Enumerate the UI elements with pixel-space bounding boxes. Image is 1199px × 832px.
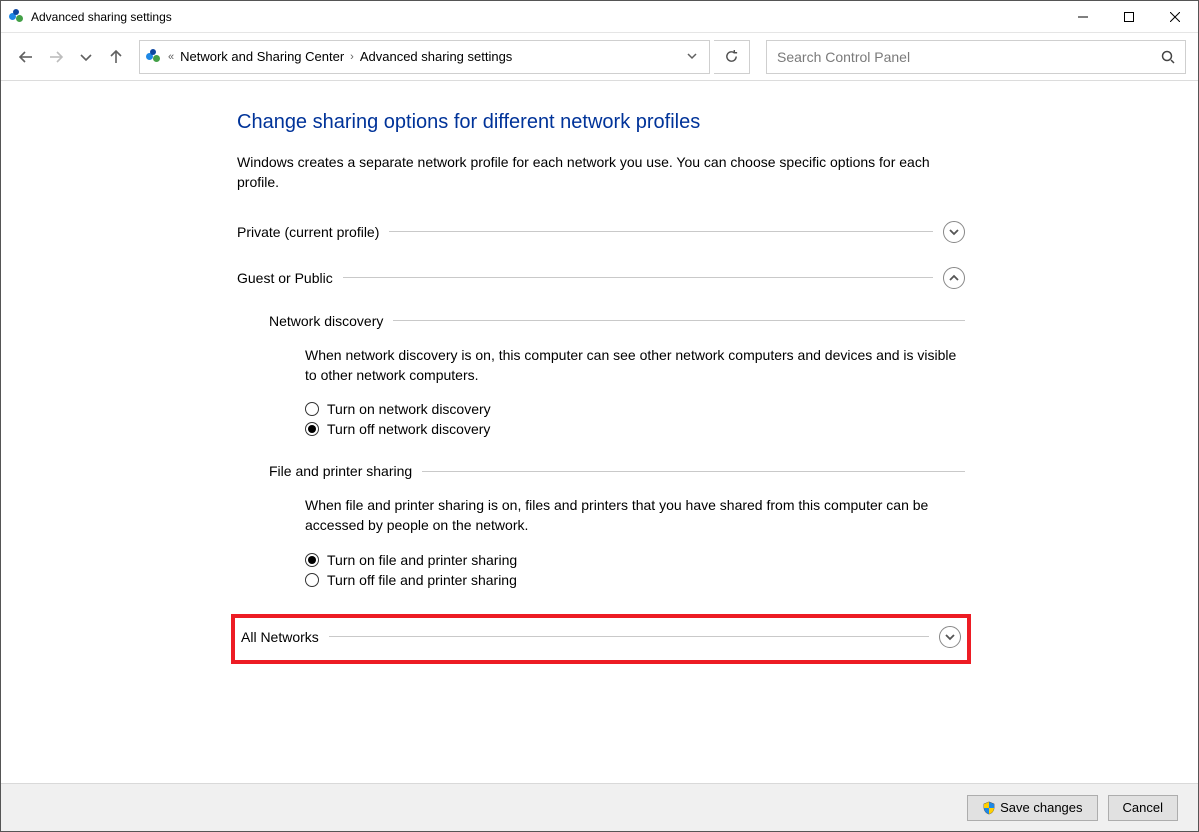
- refresh-button[interactable]: [714, 40, 750, 74]
- radio-label: Turn off network discovery: [327, 421, 490, 437]
- expand-private-button[interactable]: [943, 221, 965, 243]
- search-icon: [1161, 50, 1175, 64]
- radio-network-discovery-off[interactable]: Turn off network discovery: [305, 421, 965, 437]
- content-panel: Change sharing options for different net…: [237, 111, 965, 664]
- profile-guest-label: Guest or Public: [237, 270, 333, 286]
- profile-private[interactable]: Private (current profile): [237, 221, 965, 243]
- network-discovery-description: When network discovery is on, this compu…: [305, 345, 965, 386]
- radio-icon: [305, 573, 319, 587]
- divider: [393, 320, 965, 321]
- radio-network-discovery-on[interactable]: Turn on network discovery: [305, 401, 965, 417]
- radio-icon: [305, 422, 319, 436]
- save-changes-label: Save changes: [1000, 800, 1082, 815]
- page-title: Change sharing options for different net…: [237, 111, 965, 134]
- address-icon: [146, 49, 162, 65]
- radio-icon: [305, 402, 319, 416]
- collapse-guest-button[interactable]: [943, 267, 965, 289]
- file-printer-description: When file and printer sharing is on, fil…: [305, 495, 965, 536]
- expand-all-networks-button[interactable]: [939, 626, 961, 648]
- breadcrumb-sep-icon: ›: [350, 51, 354, 63]
- recent-locations-button[interactable]: [73, 44, 99, 70]
- radio-label: Turn off file and printer sharing: [327, 572, 517, 588]
- footer: Save changes Cancel: [1, 783, 1198, 831]
- divider: [343, 277, 933, 278]
- address-bar[interactable]: « Network and Sharing Center › Advanced …: [139, 40, 710, 74]
- profile-all-networks-label: All Networks: [241, 629, 319, 645]
- address-dropdown-button[interactable]: [681, 49, 703, 64]
- radio-file-printer-off[interactable]: Turn off file and printer sharing: [305, 572, 965, 588]
- save-changes-button[interactable]: Save changes: [967, 795, 1097, 821]
- radio-icon: [305, 553, 319, 567]
- radio-label: Turn on network discovery: [327, 401, 491, 417]
- maximize-button[interactable]: [1106, 1, 1152, 33]
- profile-guest[interactable]: Guest or Public: [237, 267, 965, 289]
- app-icon: [9, 9, 25, 25]
- breadcrumb-chevron-icon: «: [168, 51, 174, 63]
- search-input[interactable]: [777, 49, 1161, 65]
- cancel-label: Cancel: [1123, 800, 1163, 815]
- radio-file-printer-on[interactable]: Turn on file and printer sharing: [305, 552, 965, 568]
- page-description: Windows creates a separate network profi…: [237, 152, 965, 193]
- group-file-printer-sharing: File and printer sharing When file and p…: [269, 463, 965, 588]
- back-button[interactable]: [13, 44, 39, 70]
- divider: [422, 471, 965, 472]
- search-box[interactable]: [766, 40, 1186, 74]
- radio-label: Turn on file and printer sharing: [327, 552, 517, 568]
- profile-all-networks[interactable]: All Networks: [241, 626, 961, 648]
- breadcrumb-current[interactable]: Advanced sharing settings: [356, 49, 516, 64]
- network-discovery-title: Network discovery: [269, 313, 383, 329]
- highlight-all-networks: All Networks: [231, 614, 971, 664]
- file-printer-title: File and printer sharing: [269, 463, 412, 479]
- forward-button[interactable]: [43, 44, 69, 70]
- shield-icon: [982, 801, 996, 815]
- breadcrumb-parent[interactable]: Network and Sharing Center: [176, 49, 348, 64]
- nav-bar: « Network and Sharing Center › Advanced …: [1, 33, 1198, 81]
- up-button[interactable]: [103, 44, 129, 70]
- close-button[interactable]: [1152, 1, 1198, 33]
- divider: [389, 231, 933, 232]
- cancel-button[interactable]: Cancel: [1108, 795, 1178, 821]
- minimize-button[interactable]: [1060, 1, 1106, 33]
- profile-private-label: Private (current profile): [237, 224, 379, 240]
- window-title: Advanced sharing settings: [31, 10, 172, 24]
- title-bar: Advanced sharing settings: [1, 1, 1198, 33]
- group-network-discovery: Network discovery When network discovery…: [269, 313, 965, 438]
- divider: [329, 636, 929, 637]
